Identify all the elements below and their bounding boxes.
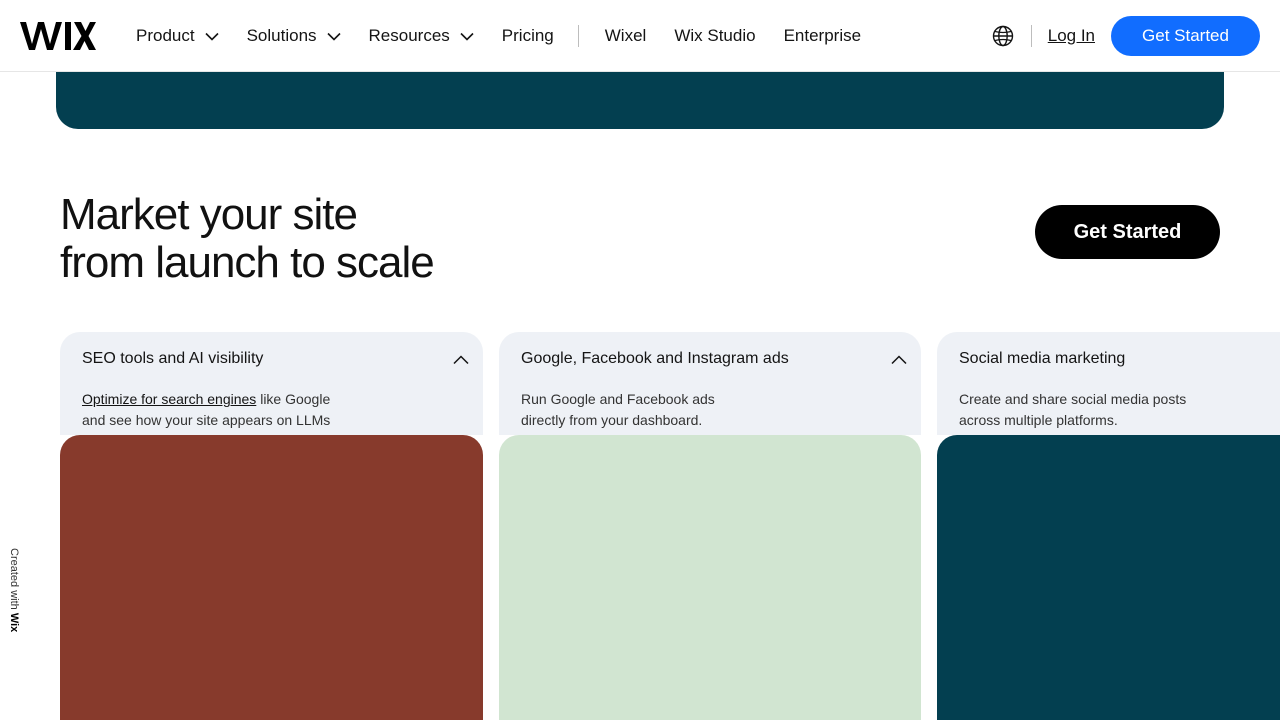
globe-icon[interactable] [992, 25, 1014, 47]
page-headline: Market your site from launch to scale [60, 190, 435, 287]
chevron-down-icon [460, 32, 474, 41]
seo-link[interactable]: Optimize for search engines [82, 391, 256, 407]
feature-card-seo: SEO tools and AI visibility Optimize for… [60, 332, 483, 720]
chevron-up-icon[interactable] [891, 352, 907, 370]
card-image [60, 435, 483, 720]
card-header[interactable]: SEO tools and AI visibility Optimize for… [60, 332, 483, 435]
card-image [937, 435, 1280, 720]
nav-enterprise[interactable]: Enterprise [784, 26, 861, 46]
chevron-down-icon [205, 32, 219, 41]
login-link[interactable]: Log In [1048, 26, 1095, 46]
get-started-button[interactable]: Get Started [1035, 205, 1220, 259]
created-with-wix-badge[interactable]: Created with Wix [6, 548, 20, 648]
nav-pricing-label: Pricing [501, 26, 554, 45]
nav-pricing[interactable]: Pricing [502, 26, 554, 46]
nav-resources-label: Resources [368, 26, 450, 45]
card-desc-text: like Google [256, 391, 331, 407]
nav-resources[interactable]: Resources [369, 26, 474, 46]
nav-wix-studio[interactable]: Wix Studio [674, 26, 755, 46]
card-header[interactable]: Social media marketing Create and share … [937, 332, 1280, 435]
card-desc-line-1: Run Google and Facebook ads [521, 391, 715, 407]
chevron-up-icon[interactable] [453, 352, 469, 370]
chevron-down-icon [326, 32, 341, 41]
headline-line-1: Market your site [60, 190, 358, 239]
nav-solutions[interactable]: Solutions [247, 26, 341, 46]
nav-wixel[interactable]: Wixel [605, 26, 647, 46]
card-desc-line-2: across multiple platforms. [959, 412, 1118, 428]
main-nav: Product Solutions Resources Pricing Wixe… [136, 0, 889, 72]
badge-brand: Wix [8, 612, 20, 633]
card-desc-line-1: Create and share social media posts [959, 391, 1187, 407]
card-description: Run Google and Facebook ads directly fro… [521, 389, 899, 431]
nav-solutions-label: Solutions [246, 26, 317, 45]
site-header: Product Solutions Resources Pricing Wixe… [0, 0, 1280, 72]
card-description: Optimize for search engines like Google … [82, 389, 461, 431]
card-image [499, 435, 921, 720]
card-header[interactable]: Google, Facebook and Instagram ads Run G… [499, 332, 921, 435]
card-desc-line-2: directly from your dashboard. [521, 412, 703, 428]
card-title: Google, Facebook and Instagram ads [521, 350, 789, 367]
nav-divider [577, 25, 579, 47]
wix-logo-icon [20, 22, 96, 50]
card-description: Create and share social media posts acro… [959, 389, 1258, 431]
headline-line-2: from launch to scale [60, 238, 435, 287]
wix-logo[interactable] [20, 20, 96, 52]
header-actions: Log In Get Started [992, 0, 1260, 72]
header-divider [1030, 25, 1032, 47]
get-started-button-header[interactable]: Get Started [1111, 16, 1260, 56]
nav-product-label: Product [136, 26, 195, 45]
feature-card-social: Social media marketing Create and share … [937, 332, 1280, 720]
nav-product[interactable]: Product [136, 26, 219, 46]
card-title: SEO tools and AI visibility [82, 350, 264, 367]
card-title: Social media marketing [959, 350, 1126, 367]
created-with-text: Created with Wix [8, 548, 20, 632]
badge-prefix: Created with [8, 548, 20, 613]
card-desc-line-2: and see how your site appears on LLMs [82, 412, 331, 428]
feature-card-ads: Google, Facebook and Instagram ads Run G… [499, 332, 921, 720]
